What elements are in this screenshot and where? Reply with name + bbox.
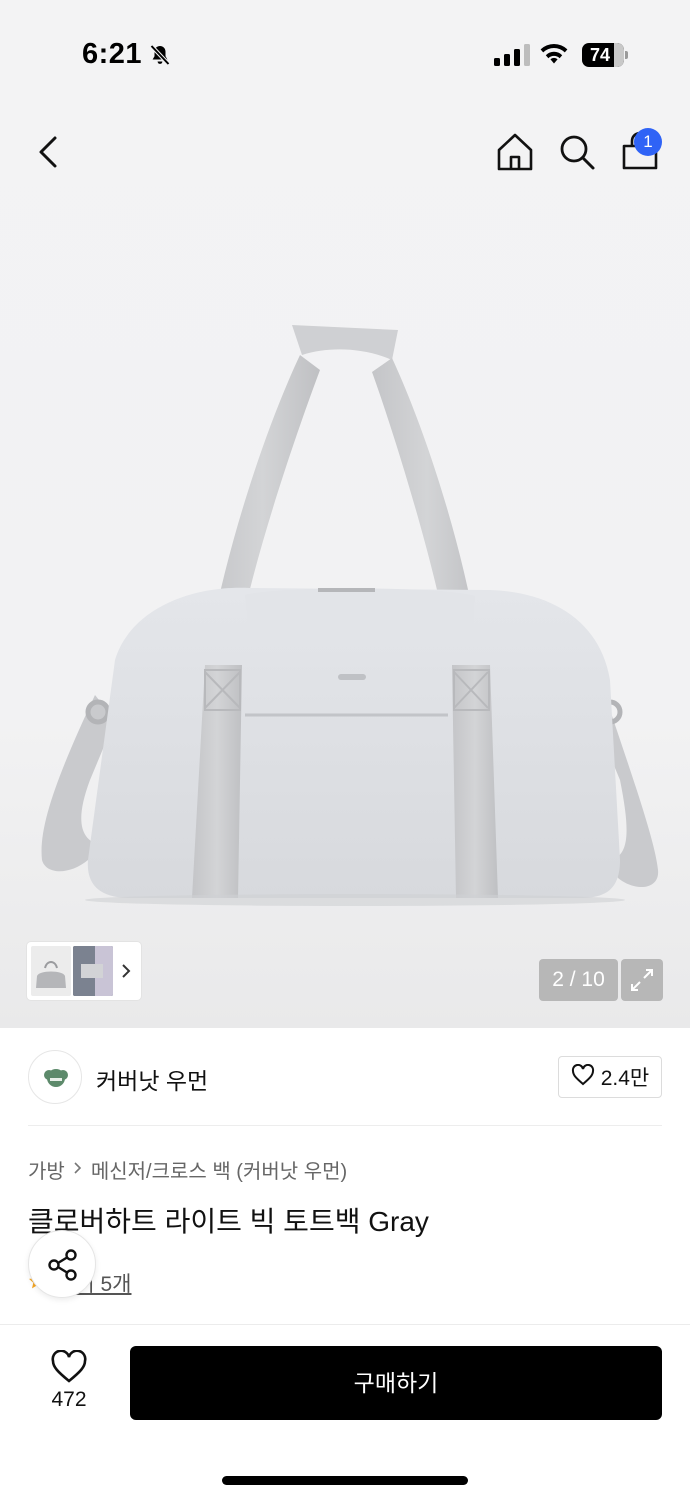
brand-name[interactable]: 커버낫 우먼: [96, 1062, 208, 1096]
bell-off-icon: [148, 43, 172, 72]
status-bar: 6:21 74: [0, 0, 690, 110]
status-time: 6:21: [82, 38, 143, 70]
breadcrumb-category[interactable]: 가방: [28, 1155, 65, 1184]
breadcrumb: 가방 메신저/크로스 백 (커버낫 우먼): [28, 1155, 347, 1184]
thumbnail-model[interactable]: [73, 946, 113, 996]
cart-count-badge: 1: [634, 128, 662, 156]
product-title: 클로버하트 라이트 빅 토트백 Gray: [28, 1206, 429, 1237]
search-icon[interactable]: [556, 130, 598, 174]
buy-button[interactable]: 구매하기: [130, 1346, 662, 1420]
chevron-right-icon[interactable]: [119, 962, 133, 985]
home-indicator[interactable]: [222, 1476, 468, 1485]
battery-icon: 74: [582, 43, 628, 67]
share-icon: [48, 1249, 77, 1281]
signal-icon: [494, 44, 530, 66]
image-page-counter: 2 / 10: [539, 959, 618, 1001]
expand-icon[interactable]: [621, 959, 663, 1001]
chevron-right-icon: [73, 1158, 83, 1181]
thumbnail-bag[interactable]: [31, 946, 71, 996]
thumbnail-strip[interactable]: [27, 942, 141, 1000]
battery-level: 74: [589, 45, 611, 65]
home-icon[interactable]: [494, 130, 536, 174]
share-button[interactable]: [28, 1230, 96, 1298]
brand-like-count: 2.4만: [600, 1067, 650, 1090]
wifi-icon: [538, 42, 570, 71]
product-gallery[interactable]: 6:21 74 1 2 / 10: [0, 0, 690, 1028]
bottom-bar-divider: [0, 1324, 690, 1325]
heart-icon: [571, 1063, 595, 1091]
wishlist-heart-icon[interactable]: [50, 1349, 88, 1389]
brand-like-button[interactable]: 2.4만: [558, 1056, 662, 1098]
wishlist-count: 472: [51, 1388, 87, 1411]
divider: [28, 1125, 662, 1126]
breadcrumb-subcategory[interactable]: 메신저/크로스 백 (커버낫 우먼): [91, 1155, 347, 1184]
back-chevron-icon[interactable]: [30, 130, 70, 174]
product-photo[interactable]: [20, 300, 670, 920]
brand-logo[interactable]: [28, 1050, 82, 1104]
